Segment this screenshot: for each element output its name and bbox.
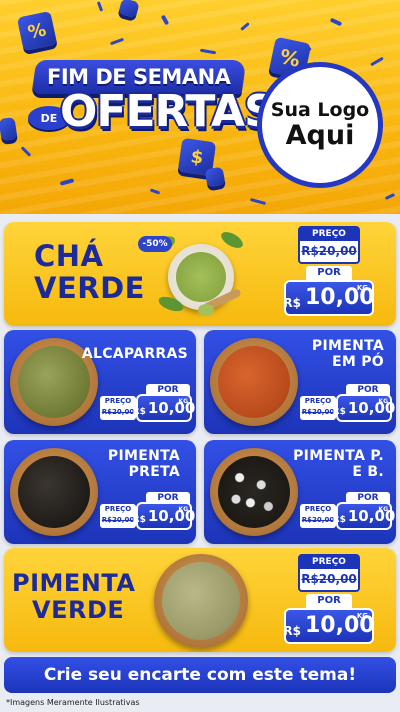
- old-price: R$20,00: [301, 244, 357, 258]
- weekend-offers-title: FIM DE SEMANA DE OFERTAS: [22, 60, 276, 150]
- old-price: R$20,00: [301, 572, 357, 586]
- product-name: ALCAPARRAS: [81, 346, 188, 362]
- price-value: 10,00: [147, 507, 196, 525]
- old-price-box: PREÇO R$20,00: [100, 504, 136, 528]
- old-price: R$20,00: [301, 516, 335, 524]
- disclaimer-text: *Imagens Meramente Ilustrativas: [6, 698, 140, 707]
- percent-icon: %: [16, 10, 58, 52]
- price-box: R$ 10,00 KG: [333, 394, 396, 422]
- product-name: CHÁ VERDE: [34, 239, 145, 306]
- title-main-text: OFERTAS: [60, 86, 276, 137]
- product-card-pimenta-verde: PIMENTA VERDE PREÇO R$20,00 POR R$ 10,00…: [4, 548, 396, 652]
- price-box: R$ 10,00 KG: [283, 280, 375, 316]
- header-banner: % % $ FIM DE SEMANA DE OFERTAS Sua Logo …: [0, 0, 400, 214]
- por-label: POR: [306, 594, 352, 608]
- old-price-box: PREÇO R$20,00: [298, 554, 360, 592]
- old-price: R$20,00: [101, 408, 135, 416]
- product-card-pimenta-p-e-b: PIMENTA P. E B. POR PREÇO R$20,00 R$ 10,…: [204, 440, 396, 544]
- logo-line1: Sua Logo: [270, 99, 370, 122]
- price-value: 10,00: [347, 507, 396, 525]
- product-name: PIMENTA PRETA: [107, 448, 180, 481]
- product-name: PIMENTA EM PÓ: [311, 338, 384, 371]
- old-price-box: PREÇO R$20,00: [100, 396, 136, 420]
- logo-line2: Aqui: [285, 120, 355, 152]
- price-value: 10,00: [347, 399, 396, 417]
- por-label: POR: [306, 266, 352, 280]
- price-box: R$ 10,00 KG: [133, 502, 196, 530]
- product-name: PIMENTA P. E B.: [293, 448, 384, 481]
- product-card-cha-verde: CHÁ VERDE PREÇO R$20,00 POR R$ 10,00 KG: [4, 222, 396, 326]
- product-card-alcaparras: ALCAPARRAS POR PREÇO R$20,00 R$ 10,00 KG: [4, 330, 196, 434]
- price-box: R$ 10,00 KG: [333, 502, 396, 530]
- product-name: PIMENTA VERDE: [12, 569, 136, 624]
- old-price-box: PREÇO R$20,00: [300, 504, 336, 528]
- cta-banner[interactable]: Crie seu encarte com este tema!: [4, 657, 396, 693]
- discount-badge: -50%: [138, 236, 172, 252]
- product-card-pimenta-em-po: PIMENTA EM PÓ POR PREÇO R$20,00 R$ 10,00…: [204, 330, 396, 434]
- old-price-box: PREÇO R$20,00: [300, 396, 336, 420]
- price-box: R$ 10,00 KG: [133, 394, 196, 422]
- old-price: R$20,00: [301, 408, 335, 416]
- old-price: R$20,00: [101, 516, 135, 524]
- product-card-pimenta-preta: PIMENTA PRETA POR PREÇO R$20,00 R$ 10,00…: [4, 440, 196, 544]
- logo-placeholder: Sua Logo Aqui: [257, 62, 383, 188]
- price-box: R$ 10,00 KG: [283, 608, 375, 644]
- price-value: 10,00: [147, 399, 196, 417]
- old-price-box: PREÇO R$20,00: [298, 226, 360, 264]
